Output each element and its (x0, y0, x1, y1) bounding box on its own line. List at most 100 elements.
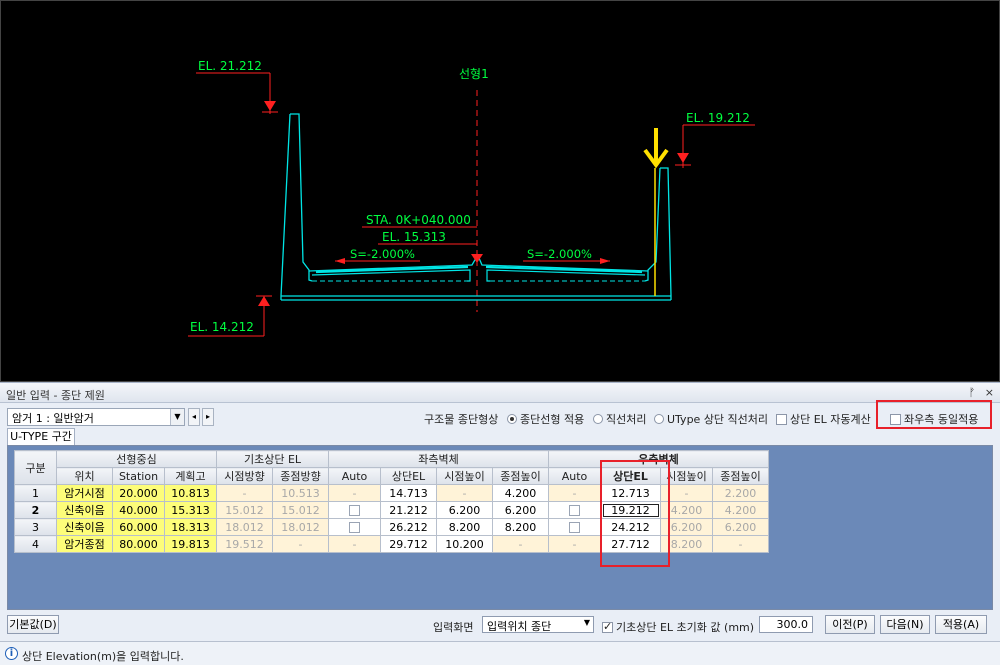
checkbox-icon[interactable] (349, 504, 360, 516)
prev-button[interactable]: 이전(P) (825, 615, 875, 634)
header-left-start-h: 시점높이 (436, 467, 493, 485)
culvert-select[interactable]: 암거 1 : 일반암거 ▼ (7, 408, 185, 426)
cell-plan-height[interactable]: 15.313 (164, 501, 217, 519)
cell-right-end-h[interactable]: 4.200 (712, 501, 769, 519)
default-button[interactable]: 기본값(D) (7, 615, 59, 634)
prev-culvert-button[interactable]: ◂ (188, 408, 200, 426)
close-icon[interactable]: × (985, 386, 994, 399)
cell-station[interactable]: 40.000 (112, 501, 165, 519)
cell-left-auto[interactable]: - (328, 535, 381, 553)
cell-plan-height[interactable]: 18.313 (164, 518, 217, 536)
cell-right-auto[interactable] (548, 518, 601, 536)
checkbox-auto-calc[interactable]: 상단 EL 자동계산 (776, 411, 871, 427)
cell-left-start-h[interactable]: 8.200 (436, 518, 493, 536)
radio-utype[interactable]: UType 상단 직선처리 (654, 411, 768, 427)
tab-utype[interactable]: U-TYPE 구간 (7, 428, 75, 446)
checkbox-icon[interactable] (349, 521, 360, 533)
cell-right-top-el[interactable]: 12.713 (600, 484, 661, 502)
cell-right-start-h[interactable]: 4.200 (660, 501, 713, 519)
cell-plan-height[interactable]: 10.813 (164, 484, 217, 502)
cad-viewport[interactable]: EL. 21.212 EL. 19.212 EL. 14.212 선형1 STA… (0, 0, 1000, 382)
table-row: 4 암거종점 80.000 19.813 19.512 - - 29.712 1… (14, 535, 769, 553)
pin-icon[interactable]: ᚠ (969, 386, 976, 399)
cell-left-end-h[interactable]: 8.200 (492, 518, 549, 536)
chevron-down-icon[interactable]: ▼ (584, 618, 590, 627)
radio-icon[interactable] (507, 414, 517, 424)
cell-plan-height[interactable]: 19.813 (164, 535, 217, 553)
cell-right-top-el[interactable]: 19.212 (600, 501, 661, 519)
radio-align-apply[interactable]: 종단선형 적용 (507, 411, 584, 427)
cell-base-end[interactable]: - (272, 535, 329, 553)
cell-left-auto[interactable]: - (328, 484, 381, 502)
radio-icon[interactable] (593, 414, 603, 424)
right-wall (660, 167, 672, 300)
cell-left-end-h[interactable]: 6.200 (492, 501, 549, 519)
cell-right-end-h[interactable]: 2.200 (712, 484, 769, 502)
header-left-wall: 좌측벽체 (328, 450, 549, 468)
cell-position[interactable]: 신축이음 (56, 501, 113, 519)
cell-base-start[interactable]: - (216, 484, 273, 502)
cell-right-auto[interactable] (548, 501, 601, 519)
cell-right-auto[interactable]: - (548, 535, 601, 553)
cell-right-start-h[interactable]: - (660, 484, 713, 502)
culvert-select-value: 암거 1 : 일반암거 (12, 412, 94, 425)
table-row: 3 신축이음 60.000 18.313 18.012 18.012 26.21… (14, 518, 769, 536)
info-icon: i (5, 647, 18, 660)
cell-base-end[interactable]: 10.513 (272, 484, 329, 502)
cell-base-end[interactable]: 15.012 (272, 501, 329, 519)
cell-right-auto[interactable]: - (548, 484, 601, 502)
cell-left-top-el[interactable]: 26.212 (380, 518, 437, 536)
cell-right-end-h[interactable]: - (712, 535, 769, 553)
cell-right-start-h[interactable]: 6.200 (660, 518, 713, 536)
header-left-auto: Auto (328, 467, 381, 485)
el-marker-icon (264, 101, 276, 111)
cell-base-start[interactable]: 19.512 (216, 535, 273, 553)
cell-left-end-h[interactable]: - (492, 535, 549, 553)
cell-base-end[interactable]: 18.012 (272, 518, 329, 536)
cell-station[interactable]: 20.000 (112, 484, 165, 502)
cell-left-auto[interactable] (328, 501, 381, 519)
cell-right-end-h[interactable]: 6.200 (712, 518, 769, 536)
cell-base-start[interactable]: 18.012 (216, 518, 273, 536)
cell-position[interactable]: 신축이음 (56, 518, 113, 536)
checkbox-icon[interactable] (569, 521, 580, 533)
next-button[interactable]: 다음(N) (880, 615, 930, 634)
cell-right-top-el[interactable]: 24.212 (600, 518, 661, 536)
el-center-label: EL. 15.313 (382, 230, 446, 244)
dialog-titlebar[interactable]: 일반 입력 - 종단 제원 ᚠ × (0, 383, 1000, 403)
next-culvert-button[interactable]: ▸ (202, 408, 214, 426)
checkbox-both-sides[interactable]: 좌우측 동일적용 (890, 411, 978, 427)
radio-icon[interactable] (654, 414, 664, 424)
cell-position[interactable]: 암거시점 (56, 484, 113, 502)
options-row: 암거 1 : 일반암거 ▼ ◂ ▸ 구조물 종단형상 종단선형 적용 직선처리 … (0, 405, 1000, 429)
cell-left-top-el[interactable]: 29.712 (380, 535, 437, 553)
checkbox-icon[interactable] (776, 414, 787, 425)
base-init-input[interactable]: 300.0 (759, 616, 813, 633)
cell-station[interactable]: 60.000 (112, 518, 165, 536)
cell-position[interactable]: 암거종점 (56, 535, 113, 553)
cell-left-end-h[interactable]: 4.200 (492, 484, 549, 502)
cell-left-top-el[interactable]: 21.212 (380, 501, 437, 519)
cell-left-start-h[interactable]: - (436, 484, 493, 502)
cell-station[interactable]: 80.000 (112, 535, 165, 553)
chevron-down-icon[interactable]: ▼ (170, 409, 184, 425)
checkbox-icon[interactable] (602, 620, 613, 633)
checkbox-icon[interactable] (569, 504, 580, 516)
cad-drawing: EL. 21.212 EL. 19.212 EL. 14.212 선형1 STA… (188, 59, 755, 337)
apply-button[interactable]: 적용(A) (935, 615, 987, 634)
input-screen-select[interactable]: 입력위치 종단 ▼ (482, 616, 594, 633)
radio-straight[interactable]: 직선처리 (593, 411, 646, 427)
cell-left-start-h[interactable]: 6.200 (436, 501, 493, 519)
cell-left-auto[interactable] (328, 518, 381, 536)
cell-right-start-h[interactable]: 8.200 (660, 535, 713, 553)
header-division: 구분 (14, 450, 57, 485)
checkbox-icon[interactable] (890, 414, 901, 425)
checkbox-base-init[interactable]: 기초상단 EL 초기화 값 (mm) (602, 619, 754, 635)
structure-shape-label: 구조물 종단형상 (424, 413, 499, 426)
header-plan-height: 계획고 (164, 467, 217, 485)
cell-right-top-el[interactable]: 27.712 (600, 535, 661, 553)
cell-left-top-el[interactable]: 14.713 (380, 484, 437, 502)
cell-base-start[interactable]: 15.012 (216, 501, 273, 519)
slope-right-label: S=-2.000% (527, 247, 592, 261)
cell-left-start-h[interactable]: 10.200 (436, 535, 493, 553)
